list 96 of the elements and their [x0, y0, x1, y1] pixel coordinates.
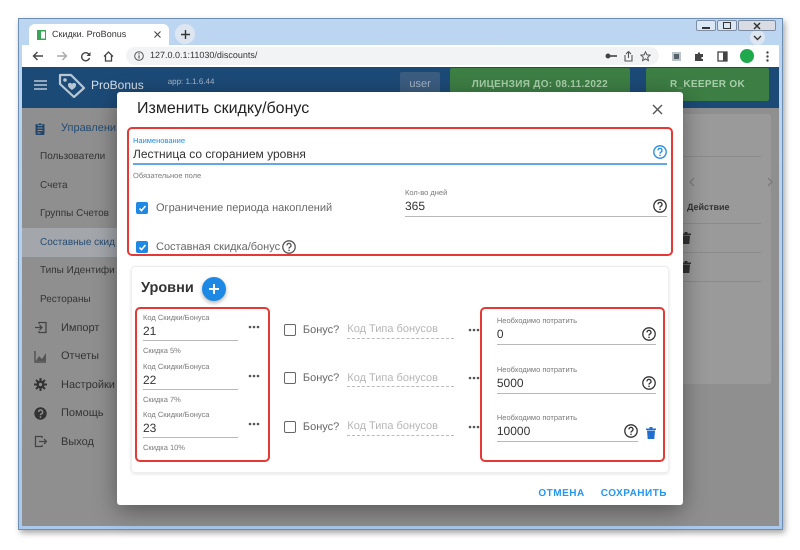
column-header: Действие [687, 202, 730, 212]
puzzle-icon[interactable] [694, 50, 705, 62]
close-icon[interactable] [738, 20, 776, 31]
sidebar-label: Импорт [61, 320, 100, 336]
help-icon [282, 240, 296, 254]
star-icon[interactable] [640, 50, 651, 62]
help-icon [642, 327, 656, 342]
minimize-icon[interactable] [696, 20, 716, 31]
more-icon[interactable] [248, 422, 260, 426]
chevron-down-icon [753, 34, 762, 40]
address-bar[interactable]: 127.0.0.1:11030/discounts/ [126, 47, 659, 65]
more-icon[interactable] [468, 328, 480, 332]
more-icon[interactable] [248, 325, 260, 330]
code-field[interactable]: 21 [143, 324, 238, 340]
sidebar-item[interactable]: Управлени [22, 114, 134, 142]
sidebar-label: Настройки [61, 378, 115, 392]
menu-icon[interactable] [34, 80, 47, 90]
side-panel-icon[interactable] [717, 50, 728, 62]
checkbox-label: Бонус? [302, 322, 340, 338]
app-version: app: 1.1.6.44 [168, 76, 214, 88]
more-icon[interactable] [248, 374, 260, 378]
help-icon [653, 145, 667, 160]
extension-icon[interactable] [671, 50, 682, 62]
reload-icon[interactable] [80, 50, 91, 62]
close-icon[interactable] [652, 104, 663, 115]
sidebar-label: Пользователи [40, 150, 106, 164]
tab-title: Скидки. ProBonus [52, 28, 128, 41]
sidebar-label: Выход [61, 434, 94, 450]
help-icon [34, 406, 47, 420]
sidebar-item[interactable]: Настройки [22, 370, 134, 399]
checkbox-label: Составная скидка/бонус [156, 240, 280, 255]
back-icon[interactable] [32, 51, 44, 61]
trash-icon[interactable] [681, 260, 691, 272]
code-field[interactable]: 22 [143, 372, 238, 388]
sidebar-item[interactable]: Выход [22, 428, 134, 456]
avatar-icon[interactable] [740, 49, 754, 63]
checkbox-label: Ограничение периода накоплений [156, 201, 332, 216]
sidebar-item[interactable]: Импорт [22, 314, 134, 342]
help-icon [642, 376, 656, 390]
bonus-type-field[interactable]: Код Типа бонусов [347, 418, 454, 436]
logout-icon [34, 435, 47, 448]
brand-name: ProBonus [91, 76, 144, 94]
trash-icon[interactable] [681, 232, 691, 244]
dialog-button[interactable]: ОТМЕНА [532, 482, 591, 505]
maximize-icon[interactable] [717, 20, 737, 31]
home-icon[interactable] [103, 50, 114, 62]
close-icon[interactable] [154, 31, 161, 38]
name-field[interactable]: Лестница со сгоранием уровня [133, 146, 653, 162]
sidebar-label: Помощь [61, 406, 104, 421]
checkbox[interactable] [284, 420, 296, 433]
sidebar-label: Отчеты [61, 349, 100, 364]
browser-tab[interactable]: Скидки. ProBonus [29, 24, 169, 45]
code-field[interactable]: 23 [143, 421, 238, 437]
plus-icon [180, 30, 190, 38]
checkbox-label: Бонус? [302, 420, 340, 434]
dialog-title: Изменить скидку/бонус [137, 99, 310, 120]
dialog-button[interactable]: СОХРАНИТЬ [594, 482, 673, 505]
menu-icon[interactable] [766, 50, 769, 62]
settings-icon [34, 378, 47, 392]
bonus-type-field[interactable]: Код Типа бонусов [347, 321, 454, 338]
add-button[interactable] [202, 276, 226, 300]
clipboard-icon [34, 122, 47, 135]
status-button[interactable]: R_KEEPER OK [646, 68, 769, 101]
checkbox[interactable] [136, 241, 148, 253]
sidebar-item[interactable]: Помощь [22, 399, 134, 428]
spend-field[interactable]: 5000 [496, 376, 638, 392]
tag-heart-icon [57, 72, 87, 98]
page-icon [37, 30, 46, 40]
sidebar-label: Счета [40, 178, 68, 193]
chart-icon [34, 350, 47, 363]
sidebar-label: Группы Счетов [40, 207, 109, 222]
more-icon[interactable] [468, 376, 480, 380]
tab-list-button[interactable] [750, 30, 765, 45]
section-title: Уровни [141, 278, 194, 298]
import-icon [34, 321, 47, 334]
sidebar-label: Типы Идентифи [40, 264, 115, 278]
new-tab-button[interactable] [175, 24, 195, 44]
sidebar-label: Рестораны [40, 292, 91, 307]
help-icon [624, 424, 638, 438]
share-icon[interactable] [623, 50, 634, 62]
key-icon[interactable] [605, 52, 617, 60]
days-field[interactable]: 365 [405, 198, 649, 214]
sidebar-label: Управлени [61, 121, 116, 136]
sidebar-label: Составные скид [40, 236, 115, 250]
checkbox-label: Бонус? [302, 371, 340, 386]
checkbox[interactable] [284, 324, 296, 336]
checkbox[interactable] [284, 372, 296, 384]
help-icon [653, 198, 667, 213]
plus-icon [208, 284, 219, 294]
more-icon[interactable] [468, 424, 480, 429]
bonus-type-field[interactable]: Код Типа бонусов [347, 370, 454, 387]
sidebar-item[interactable]: Отчеты [22, 342, 134, 370]
info-icon [134, 51, 144, 61]
spend-field[interactable]: 0 [496, 327, 638, 343]
spend-field[interactable]: 10000 [496, 424, 620, 440]
checkbox[interactable] [136, 202, 148, 214]
